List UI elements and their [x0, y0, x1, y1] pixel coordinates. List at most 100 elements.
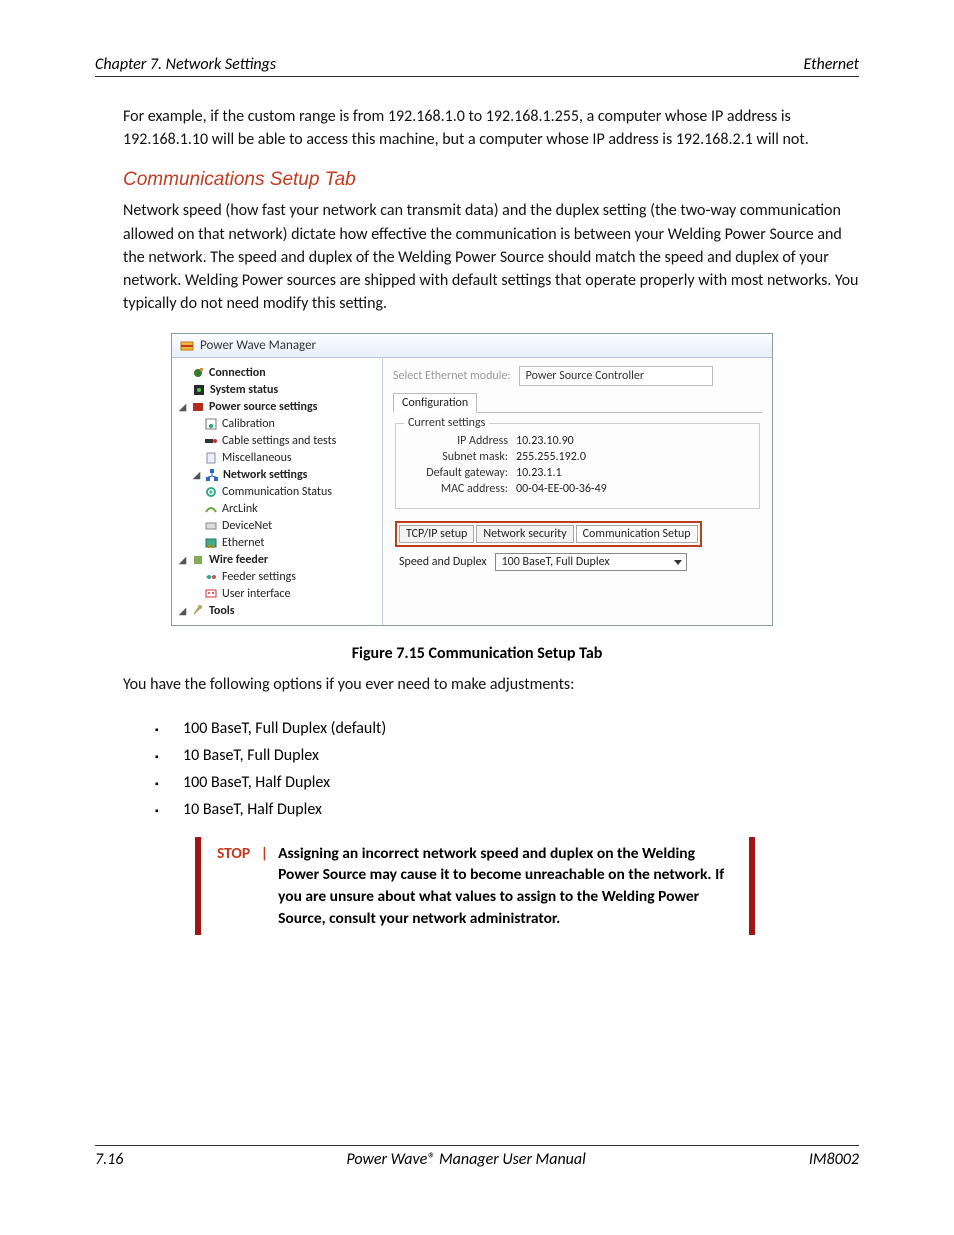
status-icon — [192, 383, 206, 397]
dropdown-value: 100 BaseT, Full Duplex — [502, 555, 610, 569]
expander-icon — [178, 368, 187, 377]
mac-value: 00-04-EE-00-36-49 — [516, 482, 607, 496]
app-window: Power Wave Manager Connection System sta… — [171, 333, 773, 626]
subtab-row: TCP/IP setup Network security Communicat… — [395, 521, 702, 547]
figure-caption: Figure 7.15 Communication Setup Tab — [95, 644, 859, 663]
tree-cable-settings[interactable]: Cable settings and tests — [178, 432, 378, 449]
list-item: 100 BaseT, Full Duplex (default) — [155, 715, 859, 742]
module-select[interactable]: Power Source Controller — [519, 366, 713, 386]
list-item: 10 BaseT, Half Duplex — [155, 796, 859, 823]
group-title: Current settings — [404, 416, 489, 430]
stop-word: STOP — [217, 844, 250, 863]
stop-callout: STOP | Assigning an incorrect network sp… — [195, 837, 755, 936]
slider-icon — [204, 570, 218, 584]
gateway-value: 10.23.1.1 — [516, 466, 562, 480]
doc-icon — [204, 451, 218, 465]
titlebar: Power Wave Manager — [172, 334, 772, 358]
titlebar-text: Power Wave Manager — [200, 338, 316, 353]
tree-system-status[interactable]: System status — [178, 381, 378, 398]
options-intro: You have the following options if you ev… — [123, 673, 859, 696]
tree-label: Communication Status — [222, 485, 332, 499]
gear-icon — [204, 485, 218, 499]
tree-label: Calibration — [222, 417, 275, 431]
machine-icon — [191, 400, 205, 414]
gateway-label: Default gateway: — [406, 466, 516, 480]
footer-left: 7.16 — [95, 1150, 123, 1169]
list-item: 10 BaseT, Full Duplex — [155, 742, 859, 769]
ip-value: 10.23.10.90 — [516, 434, 574, 448]
devicenet-icon — [204, 519, 218, 533]
expander-icon[interactable]: ◢ — [178, 606, 187, 615]
network-icon — [205, 468, 219, 482]
subtab-tcpip[interactable]: TCP/IP setup — [399, 525, 474, 543]
app-icon — [180, 339, 194, 353]
mac-label: MAC address: — [406, 482, 516, 496]
ui-icon — [204, 587, 218, 601]
subnet-value: 255.255.192.0 — [516, 450, 586, 464]
paragraph-intro: Network speed (how fast your network can… — [123, 199, 859, 315]
tree-communication-status[interactable]: Communication Status — [178, 483, 378, 500]
section-heading: Communications Setup Tab — [123, 169, 859, 191]
page-header: Chapter 7. Network Settings Ethernet — [95, 55, 859, 77]
tree-label: Connection — [209, 366, 266, 380]
speed-duplex-dropdown[interactable]: 100 BaseT, Full Duplex — [495, 553, 687, 571]
subnet-label: Subnet mask: — [406, 450, 516, 464]
tree-devicenet[interactable]: DeviceNet — [178, 517, 378, 534]
paragraph-example: For example, if the custom range is from… — [123, 105, 859, 151]
tab-row: Configuration — [393, 392, 762, 413]
plug-icon — [191, 366, 205, 380]
tree-label: ArcLink — [222, 502, 258, 516]
tree-network-settings[interactable]: ◢ Network settings — [178, 466, 378, 483]
current-settings-group: Current settings IP Address10.23.10.90 S… — [395, 423, 760, 509]
tree-calibration[interactable]: Calibration — [178, 415, 378, 432]
chevron-down-icon — [674, 560, 682, 565]
footer-right: IM8002 — [809, 1150, 859, 1169]
footer-center: Power Wave® Manager User Manual — [346, 1150, 585, 1169]
cable-icon — [204, 434, 218, 448]
tree-label: User interface — [222, 587, 290, 601]
tree-arclink[interactable]: ArcLink — [178, 500, 378, 517]
figure-screenshot: Power Wave Manager Connection System sta… — [171, 333, 859, 626]
tree-label: Tools — [209, 604, 235, 618]
tree-label: System status — [210, 383, 278, 397]
tree-label: Network settings — [223, 468, 307, 482]
wrench-icon — [191, 604, 205, 618]
page-footer: 7.16 Power Wave® Manager User Manual IM8… — [95, 1145, 859, 1169]
expander-icon[interactable]: ◢ — [178, 402, 187, 411]
tree-feeder-settings[interactable]: Feeder settings — [178, 568, 378, 585]
tree-tools[interactable]: ◢ Tools — [178, 602, 378, 619]
select-module-label: Select Ethernet module: — [393, 369, 511, 383]
tab-configuration[interactable]: Configuration — [393, 393, 477, 413]
list-item: 100 BaseT, Half Duplex — [155, 769, 859, 796]
tree-wire-feeder[interactable]: ◢ Wire feeder — [178, 551, 378, 568]
tree-label: Feeder settings — [222, 570, 296, 584]
ethernet-icon — [204, 536, 218, 550]
expander-icon[interactable]: ◢ — [178, 555, 187, 564]
tree-label: DeviceNet — [222, 519, 272, 533]
stop-label: STOP | — [217, 843, 278, 930]
subtab-communication[interactable]: Communication Setup — [576, 525, 698, 543]
meter-icon — [204, 417, 218, 431]
header-right: Ethernet — [804, 55, 859, 74]
tree-label: Wire feeder — [209, 553, 268, 567]
tree-label: Power source settings — [209, 400, 317, 414]
feeder-icon — [191, 553, 205, 567]
callout-bar-right — [749, 837, 755, 936]
tree-ethernet[interactable]: Ethernet — [178, 534, 378, 551]
tree-label: Miscellaneous — [222, 451, 292, 465]
tree-miscellaneous[interactable]: Miscellaneous — [178, 449, 378, 466]
header-left: Chapter 7. Network Settings — [95, 55, 276, 74]
right-pane: Select Ethernet module: Power Source Con… — [383, 358, 772, 625]
speed-duplex-label: Speed and Duplex — [399, 555, 487, 569]
tree-label: Ethernet — [222, 536, 264, 550]
nav-tree: Connection System status ◢ Power source … — [172, 358, 383, 625]
callout-text: Assigning an incorrect network speed and… — [278, 843, 735, 930]
tree-connection[interactable]: Connection — [178, 364, 378, 381]
tree-user-interface[interactable]: User interface — [178, 585, 378, 602]
divider: | — [261, 844, 268, 863]
subtab-security[interactable]: Network security — [476, 525, 573, 543]
expander-icon[interactable]: ◢ — [192, 470, 201, 479]
ip-label: IP Address — [406, 434, 516, 448]
tree-power-source[interactable]: ◢ Power source settings — [178, 398, 378, 415]
options-list: 100 BaseT, Full Duplex (default) 10 Base… — [155, 715, 859, 823]
